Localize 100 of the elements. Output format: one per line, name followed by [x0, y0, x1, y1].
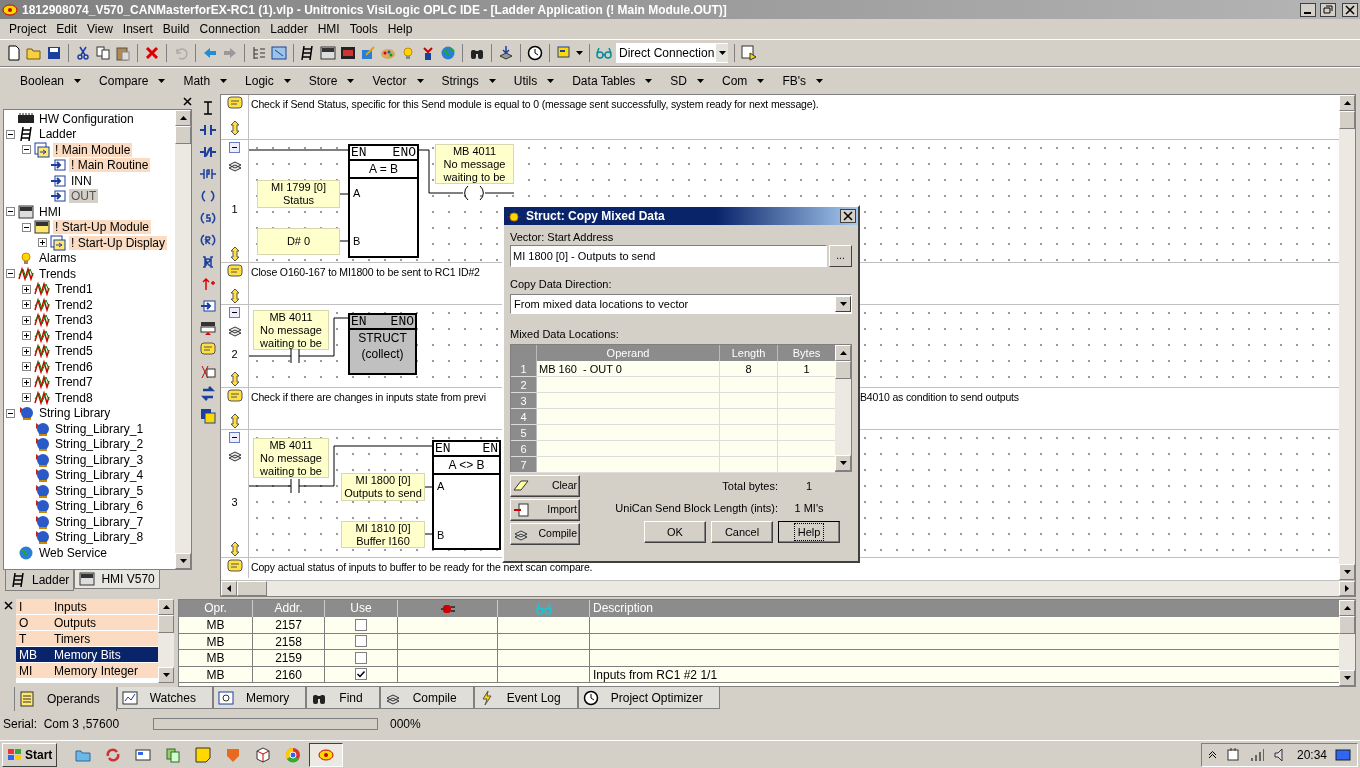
function-menu[interactable]: Data Tables — [564, 69, 663, 92]
close-icon[interactable] — [183, 97, 192, 106]
collapse-rung-icon[interactable] — [229, 432, 240, 443]
tree-item[interactable]: OUT — [69, 189, 99, 204]
collapse-icon[interactable] — [6, 408, 15, 418]
operand-type-item[interactable]: MB Memory Bits — [16, 647, 158, 663]
panel-tab[interactable]: Memory — [212, 687, 307, 709]
tree-item[interactable]: ! Start-Up Display — [69, 235, 168, 250]
transition-contact-icon[interactable] — [199, 166, 216, 182]
scroll-down-button[interactable] — [835, 455, 851, 471]
tree-item[interactable]: Web Service — [37, 545, 109, 560]
tree-item[interactable]: Trend1 — [53, 282, 95, 297]
scroll-up-button[interactable] — [835, 345, 851, 361]
help-icon[interactable] — [741, 45, 757, 61]
menu-item[interactable]: View — [82, 20, 118, 38]
scroll-thumb[interactable] — [158, 615, 174, 633]
scroll-left-button[interactable] — [221, 581, 237, 596]
operand-type-item[interactable]: MI Memory Integer — [16, 663, 158, 679]
glasses-icon[interactable] — [596, 45, 612, 61]
tree-item[interactable]: Trend2 — [53, 297, 95, 312]
operand-label[interactable]: MB 4011 No message waiting to be — [253, 310, 329, 350]
tree-item[interactable]: ! Start-Up Module — [53, 220, 152, 235]
scroll-thumb[interactable] — [1339, 111, 1355, 129]
panel-tab[interactable]: Ladder — [5, 570, 75, 591]
scroll-thumb[interactable] — [237, 581, 267, 596]
tree-item[interactable]: String_Library_6 — [53, 499, 146, 514]
dialog-button[interactable]: Help — [778, 521, 840, 543]
copy-icon[interactable] — [95, 45, 111, 61]
tree-item[interactable]: ! Main Module — [53, 142, 133, 157]
operand-label[interactable]: MB 4011 No message waiting to be — [253, 438, 329, 478]
menu-item[interactable]: Edit — [51, 20, 83, 38]
scrollbar[interactable] — [1339, 95, 1355, 580]
function-block[interactable]: EN ENO STRUCT (collect) — [348, 313, 417, 375]
function-menu[interactable]: Boolean — [12, 69, 92, 92]
table-cell[interactable]: 1 — [778, 361, 835, 376]
close-icon[interactable] — [3, 601, 13, 610]
tree-item[interactable]: INN — [69, 173, 94, 188]
tree-item[interactable]: Alarms — [37, 251, 79, 266]
scroll-right-button[interactable] — [1339, 581, 1355, 596]
operand-type-item[interactable]: I Inputs — [16, 599, 158, 615]
scroll-down-button[interactable] — [1339, 564, 1355, 580]
tree-item[interactable]: String Library — [37, 406, 113, 421]
function-menu[interactable]: Compare — [91, 69, 176, 92]
dialog-button[interactable]: Import — [510, 499, 580, 521]
scrollbar[interactable] — [221, 580, 1355, 596]
contact-icon[interactable] — [199, 122, 216, 138]
checkbox[interactable] — [355, 635, 367, 648]
expand-icon[interactable] — [22, 331, 31, 341]
tree-item[interactable]: String_Library_2 — [53, 437, 146, 452]
restore-icon[interactable] — [1320, 2, 1336, 17]
coil-icon[interactable] — [199, 188, 216, 204]
scroll-up-button[interactable] — [175, 110, 191, 126]
tree-item[interactable]: Trend7 — [53, 375, 95, 390]
expand-icon[interactable] — [22, 393, 31, 403]
tree-item[interactable]: String_Library_3 — [53, 452, 146, 467]
chevron-up-icon[interactable] — [1207, 750, 1217, 759]
scroll-up-button[interactable] — [1339, 600, 1355, 616]
expand-icon[interactable] — [22, 346, 31, 356]
scroll-down-button[interactable] — [175, 553, 191, 569]
panel-tab[interactable]: Project Optimizer — [577, 687, 720, 709]
delete-icon[interactable] — [144, 45, 160, 61]
tree-item[interactable]: Trend5 — [53, 344, 95, 359]
arrows-icon[interactable] — [420, 45, 436, 61]
checkbox[interactable] — [355, 618, 367, 631]
rung-comment[interactable]: Check if there are changes in inputs state from previ — [251, 391, 486, 403]
address-field[interactable]: MI 1800 [0] - Outputs to send — [510, 245, 827, 267]
set-coil-icon[interactable] — [199, 210, 216, 226]
globe-icon[interactable] — [440, 45, 456, 61]
menu-item[interactable]: Connection — [194, 20, 266, 38]
hmi-icon[interactable] — [320, 45, 336, 61]
taskbar-app-button[interactable] — [309, 742, 344, 767]
film-icon[interactable] — [340, 45, 356, 61]
tree-item[interactable]: String_Library_8 — [53, 530, 146, 545]
collapse-icon[interactable] — [6, 207, 15, 217]
scrollbar[interactable] — [1339, 600, 1355, 686]
crossed-list-icon[interactable] — [199, 364, 216, 380]
scroll-up-button[interactable] — [158, 599, 174, 615]
function-block[interactable]: EN ENO A = B A B — [348, 144, 419, 258]
panel-tab[interactable]: Compile — [379, 687, 474, 709]
rung-comment[interactable]: B4010 as condition to send outputs — [860, 390, 1019, 404]
tree-item[interactable]: Trends — [37, 266, 78, 281]
screen-icon[interactable] — [271, 45, 287, 61]
connection-dropdown[interactable]: Direct Connection — [616, 43, 728, 63]
function-menu[interactable]: Logic — [237, 69, 301, 92]
tree-item[interactable]: Trend8 — [53, 390, 95, 405]
cube-icon[interactable] — [255, 746, 272, 763]
function-menu[interactable]: FB's — [774, 69, 833, 92]
paste-icon[interactable] — [115, 45, 131, 61]
scroll-thumb[interactable] — [1339, 616, 1355, 634]
operand-type-item[interactable]: O Outputs — [16, 615, 158, 631]
contact-drawing[interactable] — [287, 478, 303, 494]
window-icon[interactable] — [135, 746, 152, 763]
function-menu[interactable]: SD — [662, 69, 715, 92]
panel-tab[interactable]: Event Log — [473, 687, 578, 709]
collapse-icon[interactable] — [22, 222, 31, 232]
reset-coil-icon[interactable] — [199, 232, 216, 248]
dialog-button[interactable]: OK — [644, 521, 706, 543]
scroll-thumb[interactable] — [175, 126, 191, 144]
circular-arrows-icon[interactable] — [105, 746, 122, 763]
jump-icon[interactable] — [199, 298, 216, 314]
